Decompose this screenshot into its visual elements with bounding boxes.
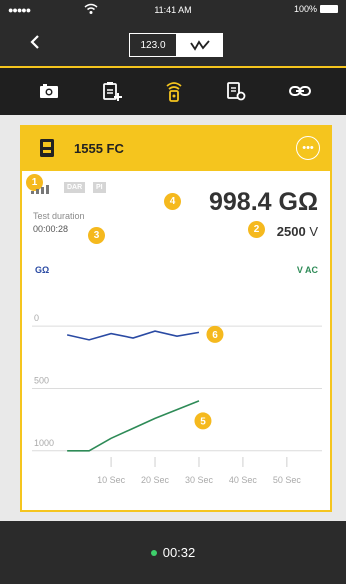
y-tick-label: 1000: [34, 438, 54, 448]
trend-chart: 1000 500 0 10 Sec 20 Sec 30 Sec 40 Sec 50 Sec 6 5: [32, 313, 322, 485]
battery-indicator: 100%: [294, 4, 338, 14]
graph-view-tab[interactable]: [177, 34, 222, 56]
resistance-series-line: [66, 330, 200, 341]
y-tick-label: 0: [34, 313, 39, 323]
callout-badge: 4: [164, 193, 181, 210]
device-icon: [40, 139, 54, 157]
y-tick-label: 500: [34, 375, 49, 385]
device-name: 1555 FC: [74, 141, 124, 156]
dar-tag: DAR: [64, 182, 86, 193]
clipboard-add-icon[interactable]: [101, 80, 123, 102]
card-header: 1555 FC •••: [22, 127, 330, 171]
status-bar: ●●●●● 11:41 AM 100%: [0, 0, 346, 20]
callout-badge: 3: [88, 227, 105, 244]
x-tick-label: 40 Sec: [229, 475, 258, 485]
callout-badge-number: 6: [212, 330, 218, 341]
report-settings-icon[interactable]: [225, 80, 247, 102]
voltage-value: 2500: [276, 224, 306, 239]
back-chevron-icon[interactable]: [30, 35, 40, 49]
wireless-icon[interactable]: [163, 80, 185, 102]
x-tick-label: 10 Sec: [97, 475, 126, 485]
x-tick-label: 30 Sec: [185, 475, 214, 485]
callout-badge: 2: [248, 221, 265, 238]
view-mode-toggle: 123.0: [129, 33, 223, 57]
battery-level: 100%: [293, 4, 317, 14]
test-voltage: 2500 V: [277, 224, 318, 239]
top-nav-bar: ●●●●● 11:41 AM 100% 123.0: [0, 0, 346, 66]
test-duration-value: 00:00:28: [33, 224, 69, 234]
toolbar: [0, 66, 346, 115]
trend-graph-icon: [189, 40, 210, 51]
numeric-view-tab[interactable]: 123.0: [130, 34, 177, 56]
callout-badge-number: 5: [200, 416, 206, 427]
test-duration-label: Test duration: [33, 211, 85, 221]
battery-icon: [320, 5, 338, 13]
voltage-unit: V: [309, 224, 318, 239]
x-tick-label: 20 Sec: [141, 475, 170, 485]
resistance-reading: 998.4 GΩ: [209, 188, 318, 216]
link-icon[interactable]: [289, 80, 311, 102]
left-axis-unit: GΩ: [35, 265, 50, 275]
signal-bars-icon: [31, 185, 49, 194]
recording-dot: [150, 549, 157, 556]
timer-bar: 00:32: [0, 521, 346, 584]
elapsed-timer: 00:32: [162, 545, 196, 560]
measurement-card: 1555 FC ••• 1 DAR PI Test duration 00:00…: [20, 125, 332, 512]
pi-tag: PI: [93, 182, 106, 193]
voltage-series-line: [67, 400, 200, 452]
camera-icon[interactable]: [38, 80, 60, 102]
right-axis-unit: V AC: [296, 265, 318, 275]
more-options-button[interactable]: •••: [296, 136, 320, 160]
x-tick-label: 50 Sec: [273, 475, 302, 485]
